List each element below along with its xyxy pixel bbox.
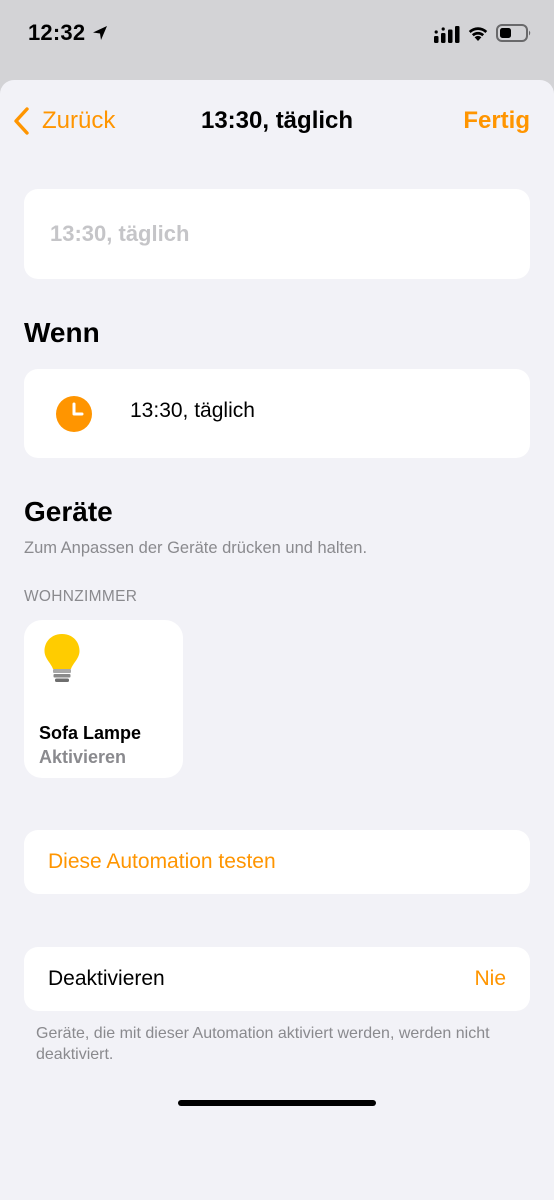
deactivate-footnote: Geräte, die mit dieser Automation aktivi… — [36, 1025, 490, 1063]
devices-heading: Geräte — [24, 496, 113, 527]
deactivate-label: Deaktivieren — [48, 967, 165, 990]
device-status: Aktivieren — [39, 747, 127, 767]
status-time: 12:32 — [28, 20, 86, 45]
done-button[interactable]: Fertig — [463, 106, 530, 136]
deactivate-row[interactable]: Deaktivieren Nie — [24, 947, 530, 1011]
deactivate-value: Nie — [474, 967, 506, 990]
room-label: WOHNZIMMER — [24, 588, 138, 605]
cellular-signal-icon — [434, 26, 460, 43]
test-automation-label: Diese Automation testen — [48, 850, 276, 873]
location-arrow-icon — [93, 26, 107, 40]
when-heading: Wenn — [24, 317, 100, 348]
devices-hint: Zum Anpassen der Geräte drücken und halt… — [24, 539, 368, 557]
automation-name-input[interactable]: 13:30, täglich — [50, 221, 189, 247]
lightbulb-icon — [44, 634, 80, 682]
clock-icon — [56, 396, 92, 432]
device-name: Sofa Lampe — [39, 723, 142, 743]
battery-icon — [496, 24, 531, 42]
trigger-row[interactable]: 13:30, täglich — [24, 369, 530, 458]
test-automation-button[interactable]: Diese Automation testen — [24, 830, 530, 894]
wifi-icon — [468, 27, 488, 41]
home-indicator[interactable] — [178, 1100, 376, 1106]
status-bar: 12:32 — [0, 0, 554, 80]
trigger-text: 13:30, täglich — [130, 399, 255, 422]
automation-sheet: Zurück 13:30, täglich Fertig 13:30, tägl… — [0, 80, 554, 1200]
device-tile-sofa-lampe[interactable]: Sofa Lampe Aktivieren — [24, 620, 183, 778]
automation-name-field[interactable]: 13:30, täglich — [24, 189, 530, 279]
